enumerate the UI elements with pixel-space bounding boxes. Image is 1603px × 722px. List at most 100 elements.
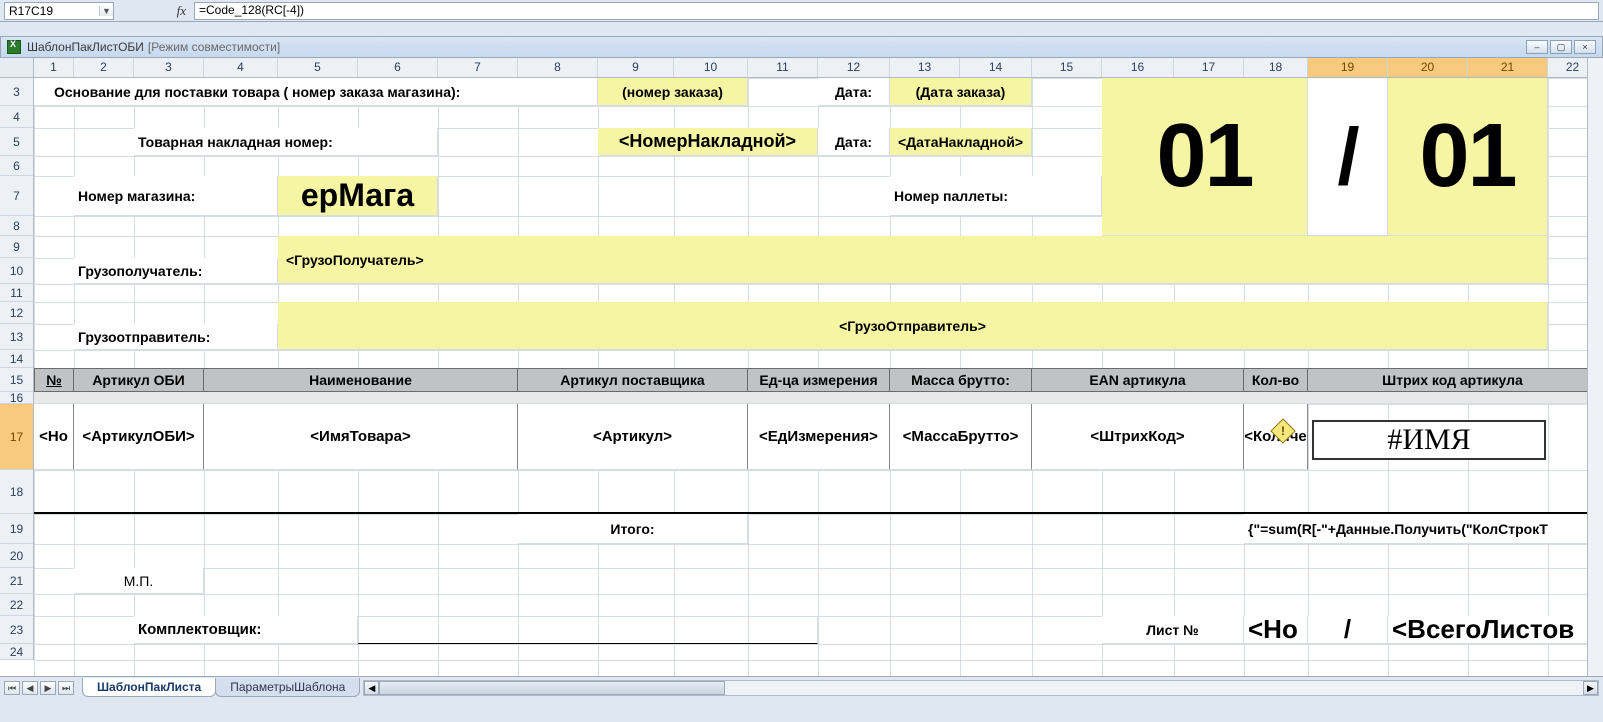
- sep: [34, 392, 1598, 404]
- value-big-left: 01: [1102, 78, 1308, 236]
- name-box-dropdown-icon[interactable]: ▼: [99, 6, 113, 16]
- row-header[interactable]: 20: [0, 544, 33, 568]
- value-order-no: (номер заказа): [598, 78, 748, 106]
- row-header[interactable]: 21: [0, 568, 33, 594]
- window-maximize-button[interactable]: ▢: [1550, 40, 1572, 54]
- value-sum-formula: {"=sum(R[-"+Данные.Получить("КолСтрокТ: [1244, 514, 1598, 544]
- value-sheet-no: <Но: [1244, 616, 1308, 644]
- col-header[interactable]: 17: [1174, 58, 1244, 77]
- col-header[interactable]: 5: [278, 58, 358, 77]
- label-picker: Комплектовщик:: [134, 616, 358, 644]
- tab-next-button[interactable]: ▶: [40, 681, 56, 695]
- table-header: Штрих код артикула: [1308, 368, 1598, 392]
- label-date2: Дата:: [818, 128, 890, 156]
- selected-cell[interactable]: #ИМЯ: [1312, 420, 1546, 460]
- row-header[interactable]: 17: [0, 404, 33, 470]
- tab-prev-button[interactable]: ◀: [22, 681, 38, 695]
- col-header[interactable]: 8: [518, 58, 598, 77]
- col-header[interactable]: 3: [134, 58, 204, 77]
- col-header[interactable]: 7: [438, 58, 518, 77]
- row-header[interactable]: 13: [0, 324, 33, 350]
- row-header[interactable]: 6: [0, 156, 33, 176]
- row-header[interactable]: 10: [0, 258, 33, 284]
- col-header[interactable]: 12: [818, 58, 890, 77]
- row-header[interactable]: 19: [0, 514, 33, 544]
- label-consignee: Грузополучатель:: [74, 258, 278, 284]
- hscroll-thumb[interactable]: [379, 681, 724, 695]
- tab-first-button[interactable]: ⏮: [4, 681, 20, 695]
- row-header[interactable]: 4: [0, 106, 33, 128]
- row-header[interactable]: 7: [0, 176, 33, 216]
- row-header[interactable]: 5: [0, 128, 33, 156]
- tab-last-button[interactable]: ⏭: [58, 681, 74, 695]
- table-header: Кол-во: [1244, 368, 1308, 392]
- col-header[interactable]: 20: [1388, 58, 1468, 77]
- col-header[interactable]: 11: [748, 58, 818, 77]
- value-order-date: (Дата заказа): [890, 78, 1032, 106]
- window-minimize-button[interactable]: –: [1526, 40, 1548, 54]
- col-header[interactable]: 18: [1244, 58, 1308, 77]
- window-close-button[interactable]: ×: [1574, 40, 1596, 54]
- row-header[interactable]: 14: [0, 350, 33, 368]
- sheet-tabs: ШаблонПакЛиста ПараметрыШаблона: [82, 678, 359, 697]
- value-consignee: <ГрузоПолучатель>: [278, 236, 1548, 284]
- col-header[interactable]: 15: [1032, 58, 1102, 77]
- sheet-tab-other[interactable]: ПараметрыШаблона: [215, 678, 360, 697]
- name-box[interactable]: R17C19 ▼: [4, 2, 114, 20]
- formula-bar: R17C19 ▼ fx =Code_128(RC[-4]): [0, 0, 1603, 22]
- table-cell: <ЕдИзмерения>: [748, 404, 890, 470]
- table-header: Наименование: [204, 368, 518, 392]
- name-box-value[interactable]: R17C19: [5, 4, 99, 18]
- row-header[interactable]: 3: [0, 78, 33, 106]
- label-shipper: Грузоотправитель:: [74, 324, 278, 350]
- horizontal-scrollbar[interactable]: ◀ ▶: [363, 680, 1599, 696]
- formula-input[interactable]: =Code_128(RC[-4]): [194, 2, 1599, 20]
- col-header[interactable]: 21: [1468, 58, 1548, 77]
- picker-line: [358, 616, 818, 644]
- hscroll-left-button[interactable]: ◀: [364, 681, 379, 695]
- row-header[interactable]: 22: [0, 594, 33, 616]
- label-itogo: Итого:: [518, 514, 748, 544]
- table-header: Артикул ОБИ: [74, 368, 204, 392]
- row-header[interactable]: 12: [0, 302, 33, 324]
- value-nakladnaya-no: <НомерНакладной>: [598, 128, 818, 156]
- col-header[interactable]: 14: [960, 58, 1032, 77]
- value-big-slash: /: [1308, 78, 1388, 236]
- col-header[interactable]: 10: [674, 58, 748, 77]
- label-date: Дата:: [818, 78, 890, 106]
- excel-icon: [7, 40, 21, 54]
- row-header[interactable]: 11: [0, 284, 33, 302]
- row-header[interactable]: 23: [0, 616, 33, 644]
- row-header[interactable]: 9: [0, 236, 33, 258]
- value-shop: ерМага: [278, 176, 438, 216]
- vertical-scrollbar[interactable]: [1587, 58, 1603, 676]
- spreadsheet[interactable]: 12345678910111213141516171819202122 3456…: [0, 58, 1603, 676]
- select-all-corner[interactable]: [0, 58, 34, 78]
- column-headers[interactable]: 12345678910111213141516171819202122: [34, 58, 1603, 78]
- value-sheet-total: <ВсегоЛистов: [1388, 616, 1598, 644]
- document-title-bar: ШаблонПакЛистОБИ [Режим совместимости] –…: [0, 36, 1603, 58]
- col-header[interactable]: 1: [34, 58, 74, 77]
- col-header[interactable]: 13: [890, 58, 960, 77]
- value-shipper: <ГрузоОтправитель>: [278, 302, 1548, 350]
- row-header[interactable]: 8: [0, 216, 33, 236]
- table-cell: <АртикулОБИ>: [74, 404, 204, 470]
- sheet-tab-active[interactable]: ШаблонПакЛиста: [82, 678, 216, 697]
- col-header[interactable]: 2: [74, 58, 134, 77]
- col-header[interactable]: 6: [358, 58, 438, 77]
- value-big-right: 01: [1388, 78, 1548, 236]
- document-title: ШаблонПакЛистОБИ: [27, 40, 144, 54]
- row-headers[interactable]: 3456789101112131415161718192021222324: [0, 78, 34, 660]
- hscroll-right-button[interactable]: ▶: [1583, 681, 1598, 695]
- fx-icon[interactable]: fx: [173, 3, 190, 19]
- col-header[interactable]: 16: [1102, 58, 1174, 77]
- col-header[interactable]: 9: [598, 58, 674, 77]
- col-header[interactable]: 4: [204, 58, 278, 77]
- table-cell: <Артикул>: [518, 404, 748, 470]
- row-header[interactable]: 16: [0, 392, 33, 404]
- row-header[interactable]: 24: [0, 644, 33, 660]
- col-header[interactable]: 19: [1308, 58, 1388, 77]
- row-header[interactable]: 15: [0, 368, 33, 392]
- row-header[interactable]: 18: [0, 470, 33, 514]
- cells-area[interactable]: Основание для поставки товара ( номер за…: [34, 78, 1603, 676]
